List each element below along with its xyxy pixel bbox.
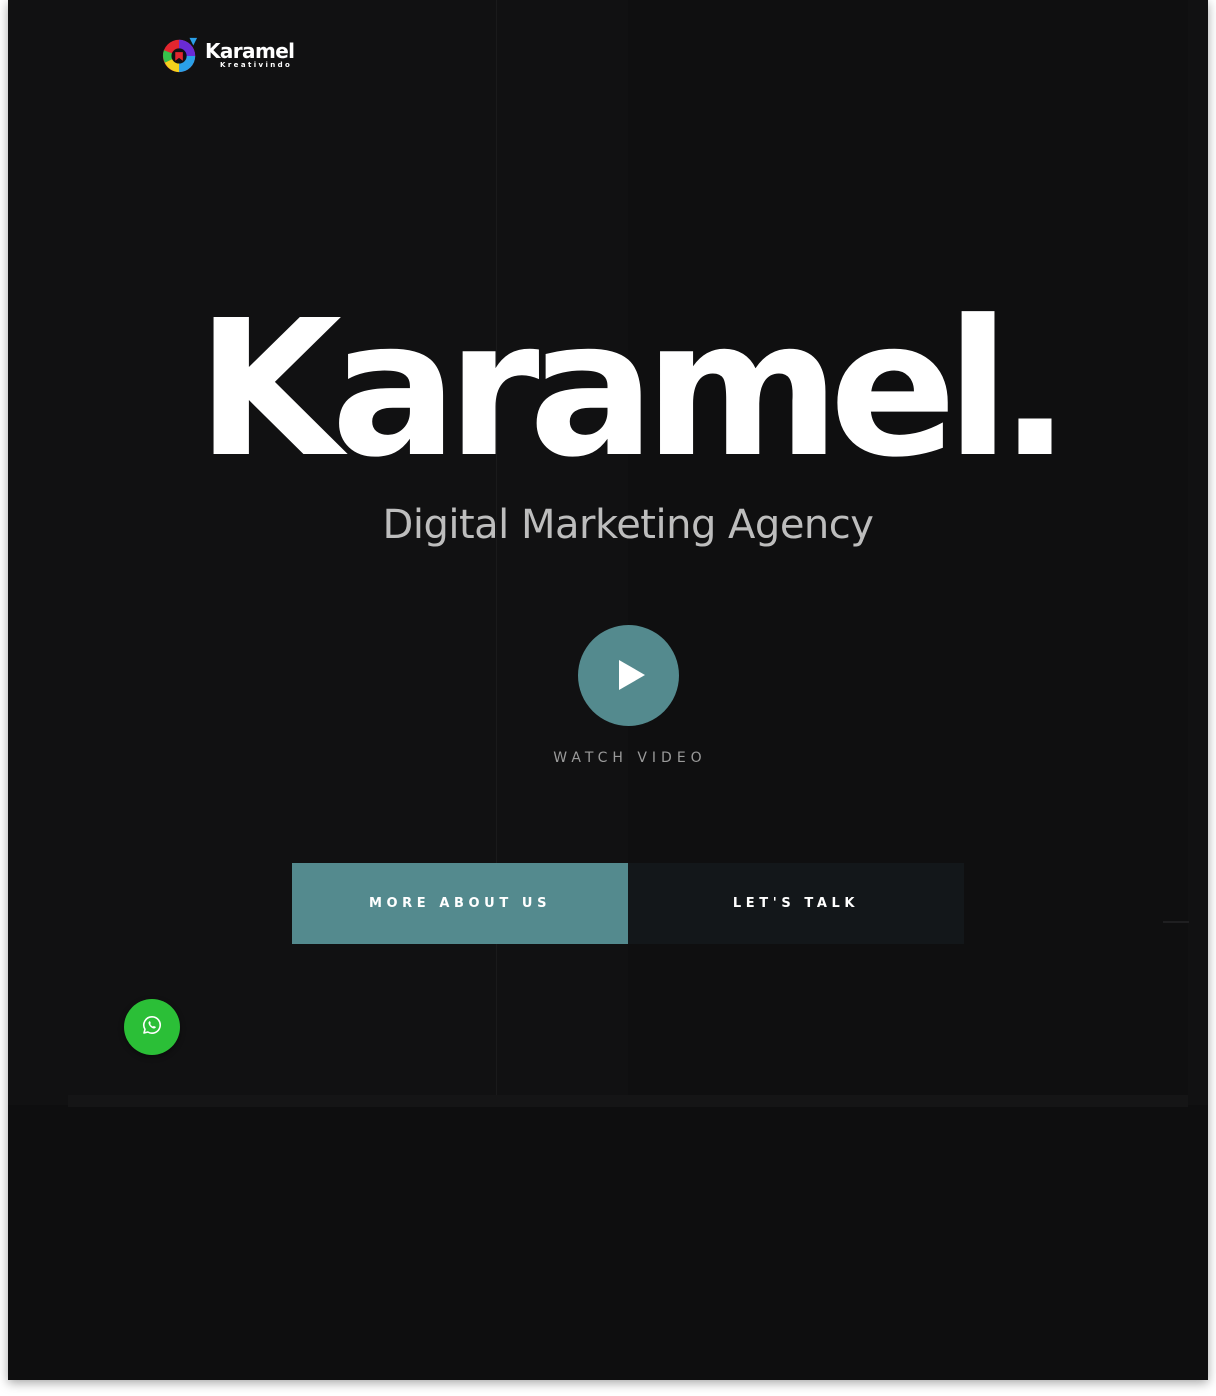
decorative-line — [1163, 921, 1189, 923]
logo-text: Karamel Kreativindo — [205, 39, 295, 69]
logo-name: Karamel — [205, 39, 295, 63]
logo-tagline: Kreativindo — [220, 61, 293, 69]
play-video-button[interactable] — [578, 625, 679, 726]
play-icon — [619, 660, 645, 690]
page: Karamel Kreativindo Karamel. Digital Mar… — [8, 0, 1208, 1380]
hero-bottom-strip — [68, 1095, 1188, 1107]
lets-talk-button[interactable]: LET'S TALK — [628, 863, 964, 944]
hero-section: Karamel Kreativindo Karamel. Digital Mar… — [8, 0, 1208, 1105]
more-about-us-button[interactable]: MORE ABOUT US — [292, 863, 628, 944]
hero-subtitle: Digital Marketing Agency — [382, 502, 874, 548]
whatsapp-icon — [143, 1016, 161, 1034]
whatsapp-button[interactable] — [124, 999, 180, 1055]
karamel-logo-icon — [162, 37, 198, 73]
site-logo[interactable]: Karamel Kreativindo — [161, 36, 295, 74]
hero-title: Karamel. — [196, 280, 1070, 499]
watch-video-label[interactable]: WATCH VIDEO — [8, 750, 1208, 766]
